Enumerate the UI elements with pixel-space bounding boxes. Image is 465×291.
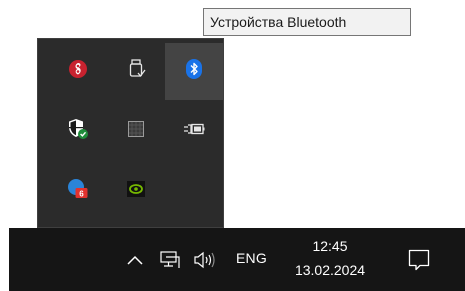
input-language-indicator[interactable]: ENG [236,250,267,266]
tray-item-usb[interactable] [107,43,165,100]
tray-overflow-flyout: 6 [37,38,224,228]
tray-item-windows-security[interactable] [49,103,107,160]
app-badge-count: 6 [79,190,84,199]
network-icon[interactable] [159,249,181,271]
usb-safely-remove-icon [126,58,146,85]
tray-item-grid-app[interactable] [107,103,165,160]
taskbar: ENG 12:45 13.02.2024 [9,228,465,291]
app-badge-icon: 6 [67,178,89,205]
bluetooth-icon [185,58,203,85]
nvidia-icon [127,181,145,202]
clock[interactable]: 12:45 13.02.2024 [287,234,373,282]
tray-item-antivirus[interactable] [49,43,107,100]
volume-icon[interactable] [192,249,218,271]
tray-item-bluetooth[interactable] [165,43,223,100]
show-hidden-icons-chevron-icon[interactable] [125,250,145,270]
antivirus-shield-icon [68,59,88,84]
grid-app-icon [128,121,144,142]
tray-item-nvidia[interactable] [107,163,165,220]
windows-security-icon [67,118,89,145]
bluetooth-tooltip: Устройства Bluetooth [203,8,411,36]
clock-date: 13.02.2024 [294,262,366,278]
clock-time: 12:45 [312,238,348,254]
tray-item-app-badge[interactable]: 6 [49,163,107,220]
notifications-icon[interactable] [407,247,431,273]
tray-item-power[interactable] [165,103,223,160]
power-battery-icon [183,121,205,142]
